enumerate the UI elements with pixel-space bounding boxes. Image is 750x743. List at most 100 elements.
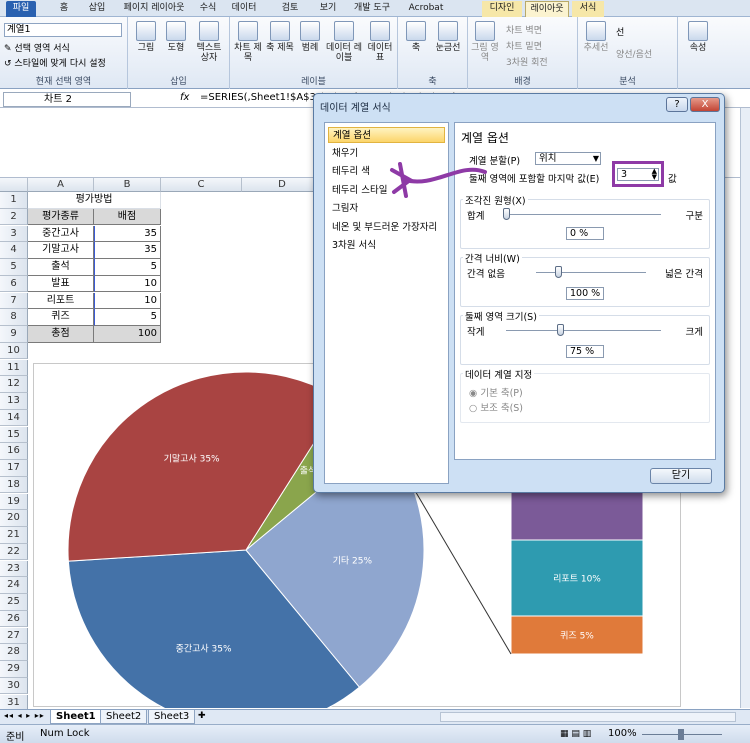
row-header[interactable]: 18 — [0, 476, 28, 494]
shapes-button[interactable]: 도형 — [162, 21, 190, 53]
row-header[interactable]: 27 — [0, 627, 28, 644]
tab-3[interactable]: 페이지 레이아웃 — [120, 1, 188, 17]
row-header[interactable]: 25 — [0, 594, 28, 611]
row-header[interactable]: 17 — [0, 460, 28, 477]
name-box[interactable]: 차트 2 — [3, 92, 131, 107]
row-header[interactable]: 13 — [0, 393, 28, 410]
row-header[interactable]: 7 — [0, 292, 28, 309]
row-header[interactable]: 15 — [0, 426, 28, 443]
row-header[interactable]: 3 — [0, 225, 28, 242]
tab-10[interactable]: 디자인 — [482, 1, 522, 17]
row-header[interactable]: 23 — [0, 560, 28, 577]
new-sheet-icon[interactable]: ✚ — [198, 711, 206, 721]
size-slider-thumb[interactable] — [557, 324, 565, 336]
row-header[interactable]: 2 — [0, 208, 28, 226]
row-header[interactable]: 24 — [0, 577, 28, 594]
tab-4[interactable]: 수식 — [195, 1, 221, 17]
row-header[interactable]: 6 — [0, 275, 28, 293]
textbox-button[interactable]: 텍스트 상자 — [192, 21, 226, 63]
picture-button[interactable]: 그림 — [132, 21, 160, 53]
row-header[interactable]: 8 — [0, 309, 28, 326]
tab-7[interactable]: 보기 — [316, 1, 340, 17]
nav-item[interactable]: 계열 옵션 — [328, 127, 445, 143]
plot-area-button[interactable]: 그림 영역 — [470, 21, 500, 63]
trendline-button[interactable]: 추세선 — [580, 21, 612, 53]
split-select[interactable]: 위치 ▼ — [535, 152, 601, 165]
close-x-button[interactable]: X — [690, 97, 720, 112]
nav-item[interactable]: 3차원 서식 — [328, 238, 445, 254]
sheet-tab-1[interactable]: Sheet1 — [50, 710, 102, 724]
sheet-tab-2[interactable]: Sheet2 — [100, 710, 148, 724]
nav-item[interactable]: 그림자 — [328, 201, 445, 217]
gridlines-button[interactable]: 눈금선 — [432, 21, 464, 53]
updown-bars-button[interactable]: 양선/음선 — [616, 47, 652, 60]
row-header[interactable]: 29 — [0, 661, 28, 678]
row-header[interactable]: 26 — [0, 610, 28, 628]
size-slider[interactable] — [506, 330, 661, 331]
tab-11[interactable]: 레이아웃 — [525, 1, 569, 17]
explosion-slider[interactable] — [506, 214, 661, 215]
explosion-value[interactable]: 0 % — [566, 227, 604, 240]
size-value[interactable]: 75 % — [566, 345, 604, 358]
tab-5[interactable]: 데이터 — [226, 1, 262, 17]
row-header[interactable]: 14 — [0, 409, 28, 427]
column-header[interactable]: C — [161, 178, 242, 192]
axes-button[interactable]: 축 — [402, 21, 430, 53]
primary-axis-radio[interactable]: ◉ 기본 축(P) — [469, 385, 523, 399]
dialog-close-button[interactable]: 닫기 — [650, 468, 712, 484]
nav-item[interactable]: 네온 및 부드러운 가장자리 — [328, 220, 445, 236]
row-header[interactable]: 5 — [0, 259, 28, 276]
axis-title-button[interactable]: 축 제목 — [265, 21, 295, 53]
chart-floor-button[interactable]: 차트 밑면 — [506, 39, 542, 52]
tab-9[interactable]: Acrobat — [402, 1, 450, 17]
reset-style-button[interactable]: ↺ 스타일에 맞게 다시 설정 — [4, 56, 106, 69]
column-header[interactable]: D — [242, 178, 323, 192]
rotation-3d-button[interactable]: 3차원 회전 — [506, 55, 548, 68]
row-header[interactable]: 28 — [0, 644, 28, 661]
ribbon-group-background: 그림 영역 차트 벽면 차트 밑면 3차원 회전 배경 — [468, 17, 578, 89]
tab-0[interactable]: 파일 — [6, 1, 36, 17]
row-header[interactable]: 21 — [0, 527, 28, 544]
explosion-slider-thumb[interactable] — [503, 208, 510, 220]
properties-button[interactable]: 속성 — [682, 21, 714, 53]
row-header[interactable]: 4 — [0, 242, 28, 259]
row-header[interactable]: 19 — [0, 493, 28, 510]
row-header[interactable]: 20 — [0, 510, 28, 527]
tab-8[interactable]: 개발 도구 — [350, 1, 394, 17]
legend-button[interactable]: 범례 — [296, 21, 324, 53]
sheet-nav-arrows-icon[interactable]: ◂◂ ◂ ▸ ▸▸ — [4, 711, 45, 720]
row-header[interactable]: 30 — [0, 677, 28, 695]
gap-slider-thumb[interactable] — [555, 266, 562, 278]
tab-6[interactable]: 검토 — [276, 1, 304, 17]
format-selection-button[interactable]: ✎ 선택 영역 서식 — [4, 41, 70, 54]
lines-button[interactable]: 선 — [616, 25, 624, 38]
chart-title-button[interactable]: 차트 제목 — [232, 21, 264, 63]
gap-slider[interactable] — [536, 272, 646, 273]
data-labels-button[interactable]: 데이터 레이블 — [326, 21, 362, 63]
row-header[interactable]: 11 — [0, 359, 28, 376]
row-header[interactable]: 16 — [0, 443, 28, 460]
row-header[interactable]: 22 — [0, 543, 28, 561]
chart-wall-button[interactable]: 차트 벽면 — [506, 23, 542, 36]
zoom-slider-thumb[interactable] — [678, 729, 684, 740]
view-buttons-icon[interactable]: ▦ ▤ ▥ — [560, 729, 591, 739]
row-header[interactable]: 10 — [0, 342, 28, 360]
column-header[interactable]: B — [94, 178, 161, 192]
sheet-tab-3[interactable]: Sheet3 — [148, 710, 196, 724]
vertical-scrollbar[interactable] — [740, 108, 750, 708]
chart-element-selector[interactable]: 계열1 — [4, 23, 122, 37]
data-table-button[interactable]: 데이터 표 — [364, 21, 396, 63]
second-plot-spinner[interactable]: 3 ▲ ▼ — [617, 168, 659, 181]
secondary-axis-radio[interactable]: ○ 보조 축(S) — [469, 400, 523, 414]
row-header[interactable]: 9 — [0, 326, 28, 343]
gap-value[interactable]: 100 % — [566, 287, 604, 300]
row-header[interactable]: 1 — [0, 192, 28, 209]
tab-12[interactable]: 서식 — [572, 1, 604, 17]
select-all-corner[interactable] — [0, 178, 28, 192]
column-header[interactable]: A — [28, 178, 94, 192]
horizontal-scrollbar[interactable] — [440, 712, 736, 722]
row-header[interactable]: 12 — [0, 376, 28, 393]
tab-2[interactable]: 삽입 — [82, 1, 112, 17]
help-button[interactable]: ? — [666, 97, 688, 112]
tab-1[interactable]: 홈 — [52, 1, 76, 17]
